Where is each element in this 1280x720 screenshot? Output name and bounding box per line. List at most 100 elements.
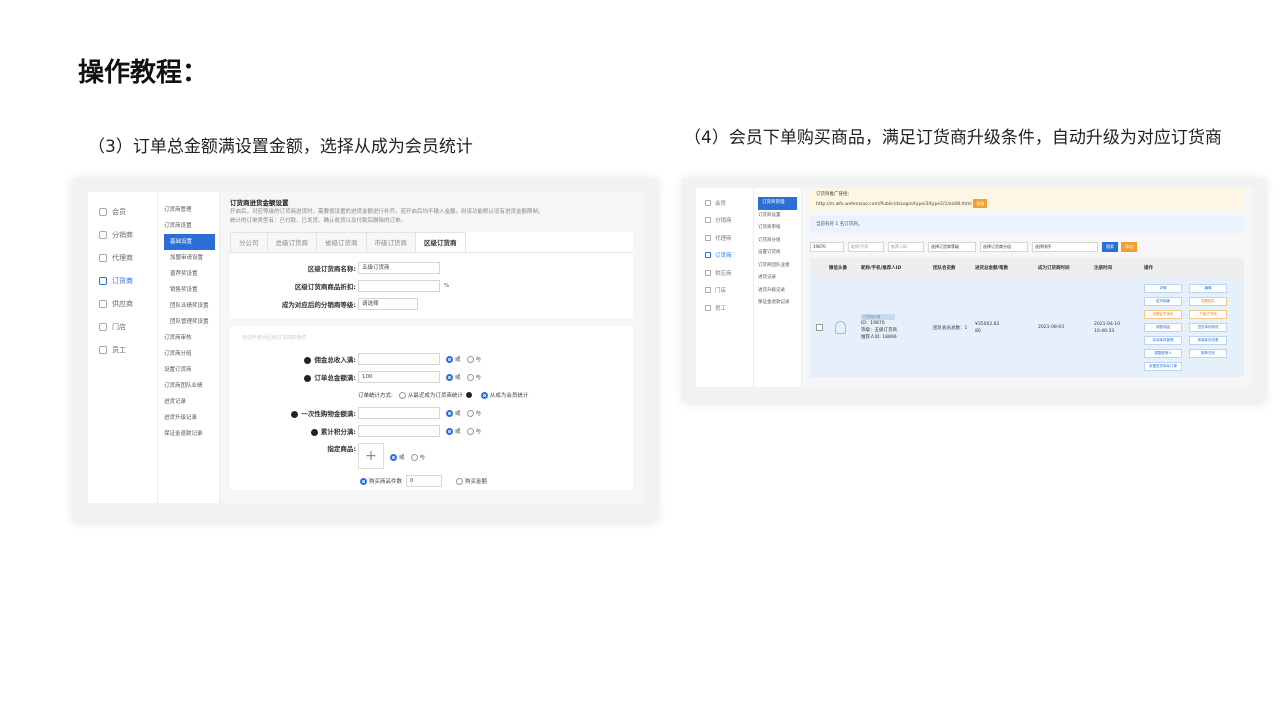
submenu-item[interactable]: 团队管理奖设置 [158, 314, 219, 330]
or-radio[interactable] [390, 453, 397, 461]
sidebar-item-member[interactable]: 会员 [88, 200, 157, 223]
buy-count-input[interactable]: 0 [406, 475, 443, 487]
submenu-item[interactable]: 订货商设置 [158, 218, 219, 234]
edit-button[interactable]: 编辑 [1189, 284, 1227, 293]
row-checkbox[interactable] [816, 324, 823, 331]
sidebar-item-distributor[interactable]: 分销商 [696, 212, 753, 230]
sidebar-item-supplier[interactable]: 供应商 [88, 292, 157, 315]
sidebar-item-member[interactable]: 会员 [696, 194, 753, 212]
submenu-item[interactable]: 订货商审核 [158, 330, 219, 346]
tab-branch[interactable]: 分公司 [230, 232, 268, 252]
stock-order-button[interactable]: 设置进货库存订单 [1144, 362, 1182, 371]
submenu-item-active[interactable]: 基础设置 [164, 234, 215, 250]
submenu-item[interactable]: 进货升级记录 [754, 285, 801, 298]
submenu-item[interactable]: 进货记录 [754, 272, 801, 285]
stat-member-radio[interactable] [480, 391, 488, 399]
export-button[interactable]: 导出 [1121, 241, 1137, 252]
submenu-item[interactable]: 订货商设置 [754, 210, 801, 223]
order-total-input[interactable]: 100 [358, 371, 440, 383]
and-radio[interactable] [466, 373, 474, 381]
detail-button[interactable]: 详情 [1144, 284, 1182, 293]
stock-edit-button[interactable]: 进货库存修改 [1189, 323, 1227, 332]
submenu-item[interactable]: 保证金退款记录 [158, 426, 219, 442]
buy-amount-radio[interactable] [456, 477, 464, 485]
sidebar-item-store[interactable]: 门店 [88, 315, 157, 338]
submenu-item[interactable]: 订货商分组 [754, 235, 801, 248]
buy-count-label: 购买商品件数 [369, 479, 403, 485]
tab-district[interactable]: 区级订货商 [415, 232, 466, 252]
and-radio[interactable] [466, 427, 474, 435]
submenu-item-active[interactable]: 订货商管理 [758, 197, 797, 210]
set-identity-button[interactable]: 设置会员身份 [1144, 310, 1182, 319]
add-goods-button[interactable]: + [358, 443, 384, 469]
sub-dealer-button[interactable]: 下级订货商 [1189, 310, 1227, 319]
submenu-item[interactable]: 设置订货商 [158, 362, 219, 378]
adjust-commission-button[interactable]: 调整佣金 [1144, 323, 1182, 332]
agent-icon [99, 253, 107, 262]
or-radio[interactable] [446, 427, 453, 435]
promo-link-url[interactable]: http://m.wfx.wxfenxiao.com/Public/dsLogi… [816, 202, 972, 207]
and-radio[interactable] [410, 453, 418, 461]
copy-button[interactable]: 复制 [973, 199, 988, 208]
distributor-icon [99, 230, 107, 239]
store-icon [705, 287, 711, 294]
submenu-item[interactable]: 设置订货商 [754, 247, 801, 260]
table-header: 微信头像 昵称/手机/推荐人ID 团队会员数 进货总金额/笔数 成为订货商时间 … [810, 258, 1244, 278]
bullet-icon [304, 374, 312, 382]
and-label: 与 [419, 455, 426, 461]
referral-relation-button[interactable]: 推荐关系 [1189, 349, 1227, 358]
adjust-referrer-button[interactable]: 调整推荐人 [1144, 349, 1182, 358]
stat-recent-radio[interactable] [398, 391, 406, 399]
id-filter-input[interactable]: 19870 [810, 241, 844, 252]
inventory-button[interactable]: 实体库存管理 [1144, 336, 1182, 345]
sidebar-item-supplier[interactable]: 供应商 [696, 264, 753, 282]
submenu-item[interactable]: 订货商团队业绩 [158, 378, 219, 394]
search-button[interactable]: 搜索 [1102, 241, 1118, 252]
submenu-item[interactable]: 晋荐奖设置 [158, 266, 219, 282]
tab-province[interactable]: 省级订货商 [316, 232, 367, 252]
sidebar-item-dealer[interactable]: 订货商 [696, 247, 753, 265]
submenu-item[interactable]: 销售奖设置 [158, 282, 219, 298]
submenu-item[interactable]: 订货商管理 [158, 202, 219, 218]
info-icon [465, 392, 472, 398]
sidebar-item-store[interactable]: 门店 [696, 282, 753, 300]
sidebar-item-staff[interactable]: 员工 [88, 338, 157, 361]
tab-general[interactable]: 总级订货商 [266, 232, 317, 252]
submenu-item[interactable]: 团队业绩奖设置 [158, 298, 219, 314]
points-input[interactable] [358, 425, 440, 437]
sidebar-item-distributor[interactable]: 分销商 [88, 223, 157, 246]
sidebar-item-agent[interactable]: 代理商 [696, 229, 753, 247]
level-select[interactable]: 请选择 [358, 298, 418, 310]
submenu-item[interactable]: 进货升级记录 [158, 410, 219, 426]
or-radio[interactable] [446, 409, 453, 417]
group-filter-select[interactable]: 选择订货商分组 [980, 241, 1028, 252]
nickname-filter-input[interactable]: 昵称/手机 [848, 241, 884, 252]
or-radio[interactable] [446, 373, 453, 381]
sort-filter-select[interactable]: 选择排序 [1032, 241, 1098, 252]
or-radio[interactable] [446, 355, 453, 363]
sidebar-item-dealer[interactable]: 订货商 [88, 269, 157, 292]
mall-stock-button[interactable]: 商城库存查看 [1189, 336, 1227, 345]
name-input[interactable]: 五级订货商 [358, 262, 440, 274]
row-amount: ¥35002.62 [975, 321, 1000, 327]
level-filter-select[interactable]: 选择订货商等级 [928, 241, 976, 252]
commission-input[interactable] [358, 353, 440, 365]
referrer-filter-input[interactable]: 推荐人ID [888, 241, 924, 252]
submenu-item[interactable]: 进货记录 [158, 394, 219, 410]
sidebar-item-staff[interactable]: 员工 [696, 299, 753, 317]
submenu-item[interactable]: 保证金退款记录 [754, 297, 801, 310]
buy-count-radio[interactable] [360, 477, 367, 485]
sidebar-item-agent[interactable]: 代理商 [88, 246, 157, 269]
one-time-input[interactable] [358, 407, 440, 419]
stock-detail-button[interactable]: 进货明细 [1144, 297, 1182, 306]
submenu-item[interactable]: 加盟审请设置 [158, 250, 219, 266]
view-team-button[interactable]: 查看团队 [1189, 297, 1227, 306]
discount-label: 区级订货商商品折扣: [294, 283, 356, 291]
submenu-item[interactable]: 订货商分组 [158, 346, 219, 362]
and-radio[interactable] [466, 409, 474, 417]
and-radio[interactable] [466, 355, 474, 363]
submenu-item[interactable]: 订货商审核 [754, 222, 801, 235]
discount-input[interactable] [358, 280, 440, 292]
tab-city[interactable]: 市级订货商 [365, 232, 416, 252]
submenu-item[interactable]: 订货商团队业绩 [754, 260, 801, 273]
